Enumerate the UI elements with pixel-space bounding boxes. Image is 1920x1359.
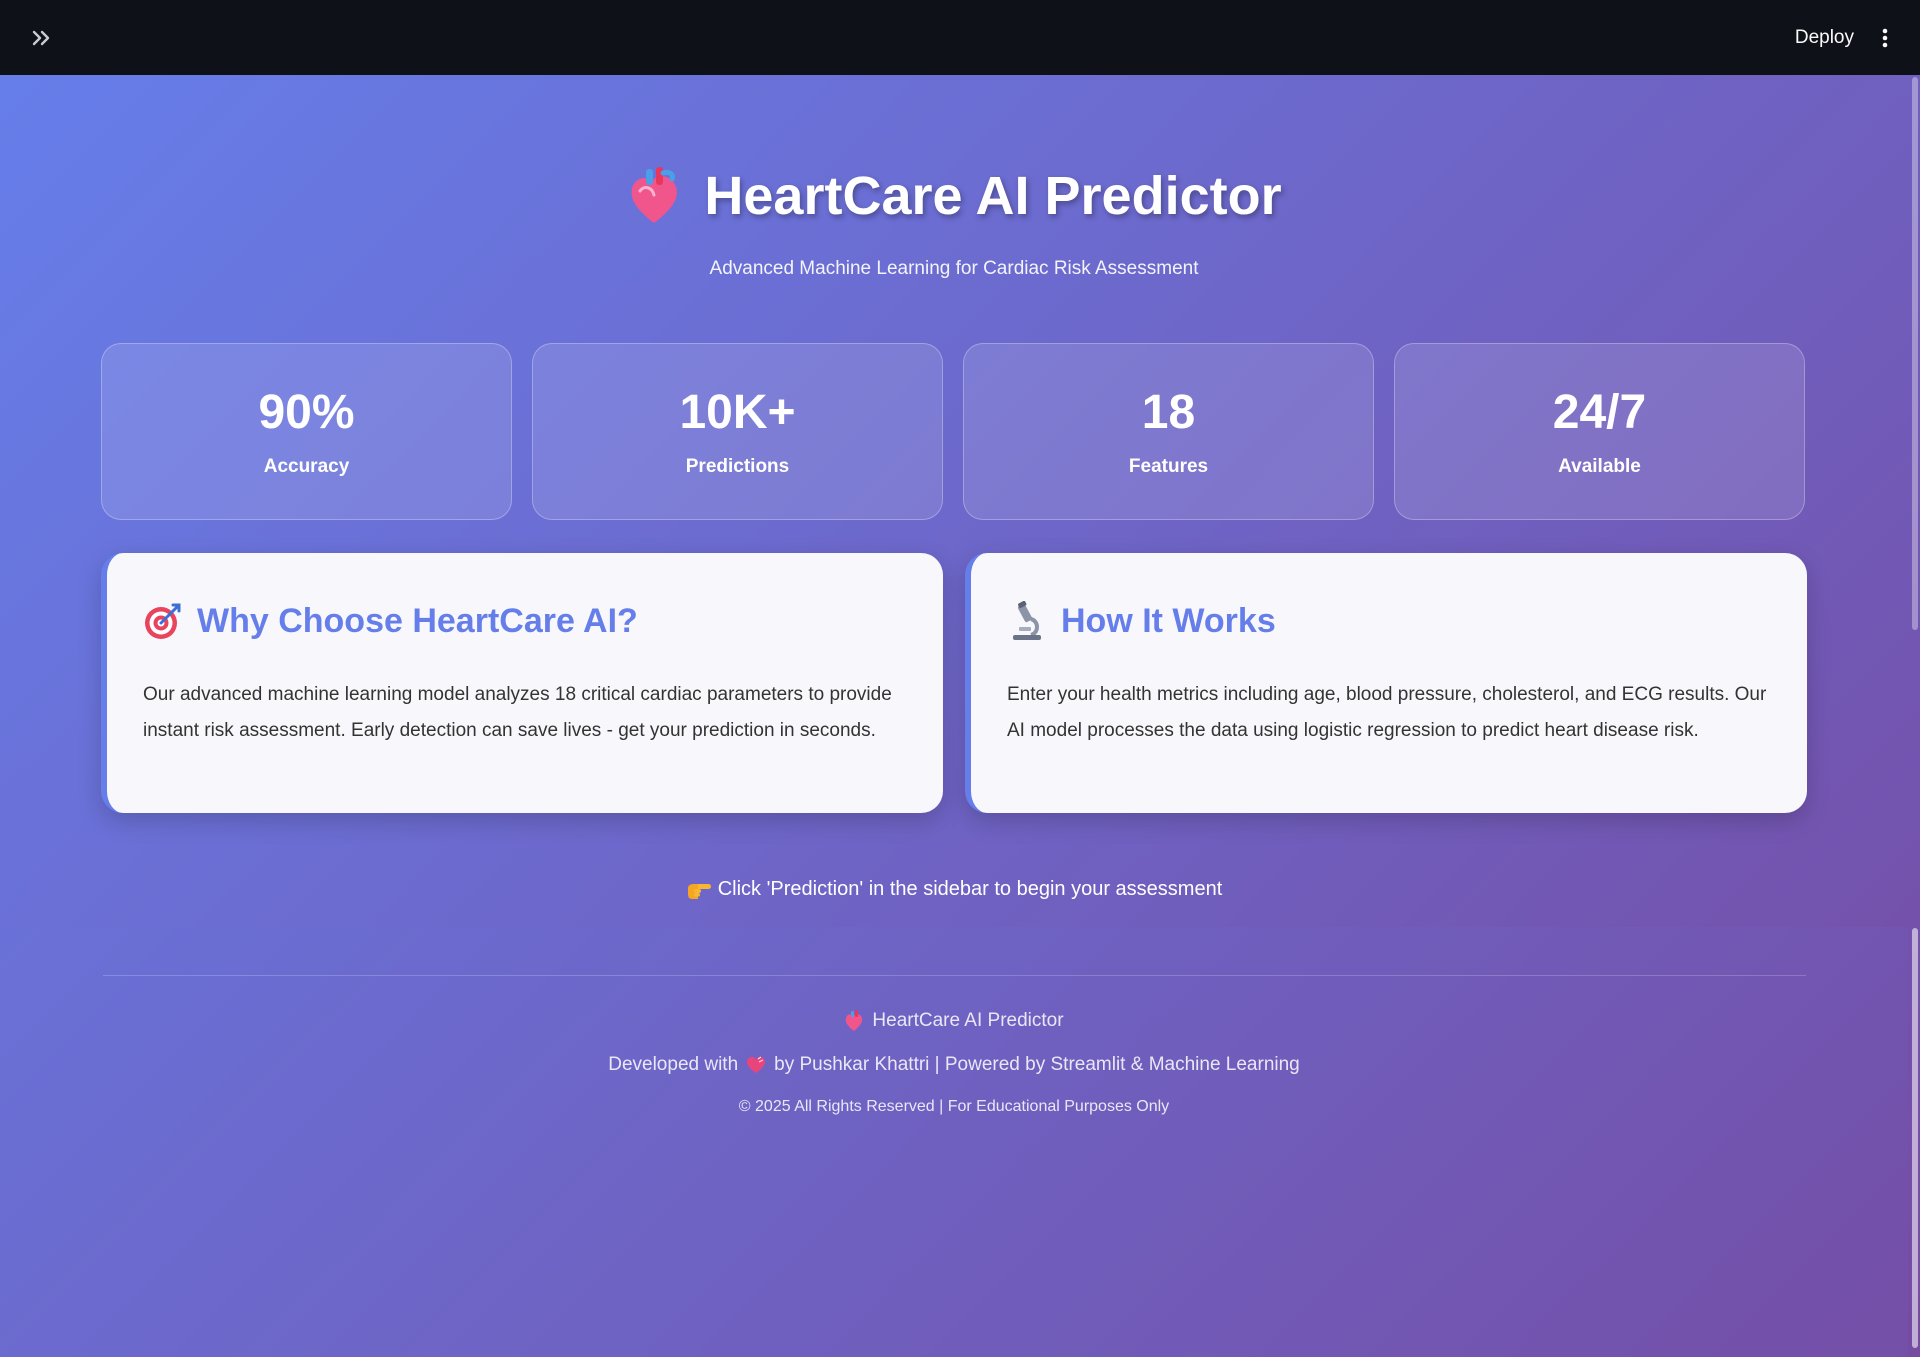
info-card-how-it-works: How It Works Enter your health metrics i… xyxy=(965,553,1807,813)
footer-credits: Developed with by Pushkar Khattri | Powe… xyxy=(0,1054,1908,1076)
heart-icon xyxy=(747,1056,766,1073)
kebab-menu-icon xyxy=(1882,28,1888,47)
anatomical-heart-icon xyxy=(632,167,678,223)
stat-label: Predictions xyxy=(685,456,790,477)
card-body: Our advanced machine learning model anal… xyxy=(143,684,892,741)
double-chevron-right-icon xyxy=(32,30,50,45)
footer-developed-suffix: by Pushkar Khattri | Powered by Streamli… xyxy=(774,1054,1300,1075)
card-heading: Why Choose HeartCare AI? xyxy=(143,601,911,641)
stat-value: 90% xyxy=(258,386,355,439)
footer-divider xyxy=(103,975,1806,976)
page-subtitle: Advanced Machine Learning for Cardiac Ri… xyxy=(709,258,1199,279)
anatomical-heart-icon xyxy=(846,1010,863,1031)
card-heading: How It Works xyxy=(1007,601,1775,641)
main-menu-button[interactable] xyxy=(1876,24,1894,52)
deploy-button[interactable]: Deploy xyxy=(1795,27,1854,49)
page-title: HeartCare AI Predictor xyxy=(626,165,1282,227)
target-icon xyxy=(145,603,181,639)
scrollbar[interactable] xyxy=(1908,75,1920,1359)
footer-developed-prefix: Developed with xyxy=(608,1054,739,1075)
stat-card-available: 24/7 Available xyxy=(1394,343,1805,520)
hero-section: HeartCare AI Predictor Advanced Machine … xyxy=(0,165,1908,280)
card-title: Why Choose HeartCare AI? xyxy=(197,601,638,640)
page-title-text: HeartCare AI Predictor xyxy=(704,166,1282,226)
cta-text: Click 'Prediction' in the sidebar to beg… xyxy=(717,878,1223,900)
footer-copyright: © 2025 All Rights Reserved | For Educati… xyxy=(738,1098,1170,1115)
stat-value: 24/7 xyxy=(1552,386,1647,439)
stat-label: Available xyxy=(1558,456,1641,477)
stat-value: 10K+ xyxy=(679,386,796,439)
stat-card-features: 18 Features xyxy=(963,343,1374,520)
card-title: How It Works xyxy=(1061,601,1276,640)
microscope-icon xyxy=(1013,601,1041,640)
stat-label: Accuracy xyxy=(263,456,350,477)
footer: HeartCare AI Predictor Developed with by… xyxy=(0,1010,1908,1116)
stat-card-accuracy: 90% Accuracy xyxy=(101,343,512,520)
scrollbar-thumb[interactable] xyxy=(1912,77,1918,630)
main-content: HeartCare AI Predictor Advanced Machine … xyxy=(0,75,1920,1359)
stat-label: Features xyxy=(1128,456,1209,477)
scrollbar-thumb-secondary[interactable] xyxy=(1912,928,1918,1348)
top-toolbar: Deploy xyxy=(0,0,1920,75)
info-card-why-choose: Why Choose HeartCare AI? Our advanced ma… xyxy=(101,553,943,813)
footer-background xyxy=(0,927,1908,1359)
call-to-action: Click 'Prediction' in the sidebar to beg… xyxy=(0,878,1908,907)
toolbar-actions: Deploy xyxy=(1795,24,1894,52)
stats-row: 90% Accuracy 10K+ Predictions 18 Feature… xyxy=(101,343,1807,520)
pointing-hand-icon xyxy=(687,883,711,899)
expand-sidebar-button[interactable] xyxy=(28,24,56,52)
info-cards-row: Why Choose HeartCare AI? Our advanced ma… xyxy=(101,553,1807,813)
footer-app-name: HeartCare AI Predictor xyxy=(844,1010,1064,1032)
footer-app-name-text: HeartCare AI Predictor xyxy=(872,1010,1064,1031)
card-body: Enter your health metrics including age,… xyxy=(1007,684,1767,741)
stat-card-predictions: 10K+ Predictions xyxy=(532,343,943,520)
stat-value: 18 xyxy=(1141,386,1196,439)
